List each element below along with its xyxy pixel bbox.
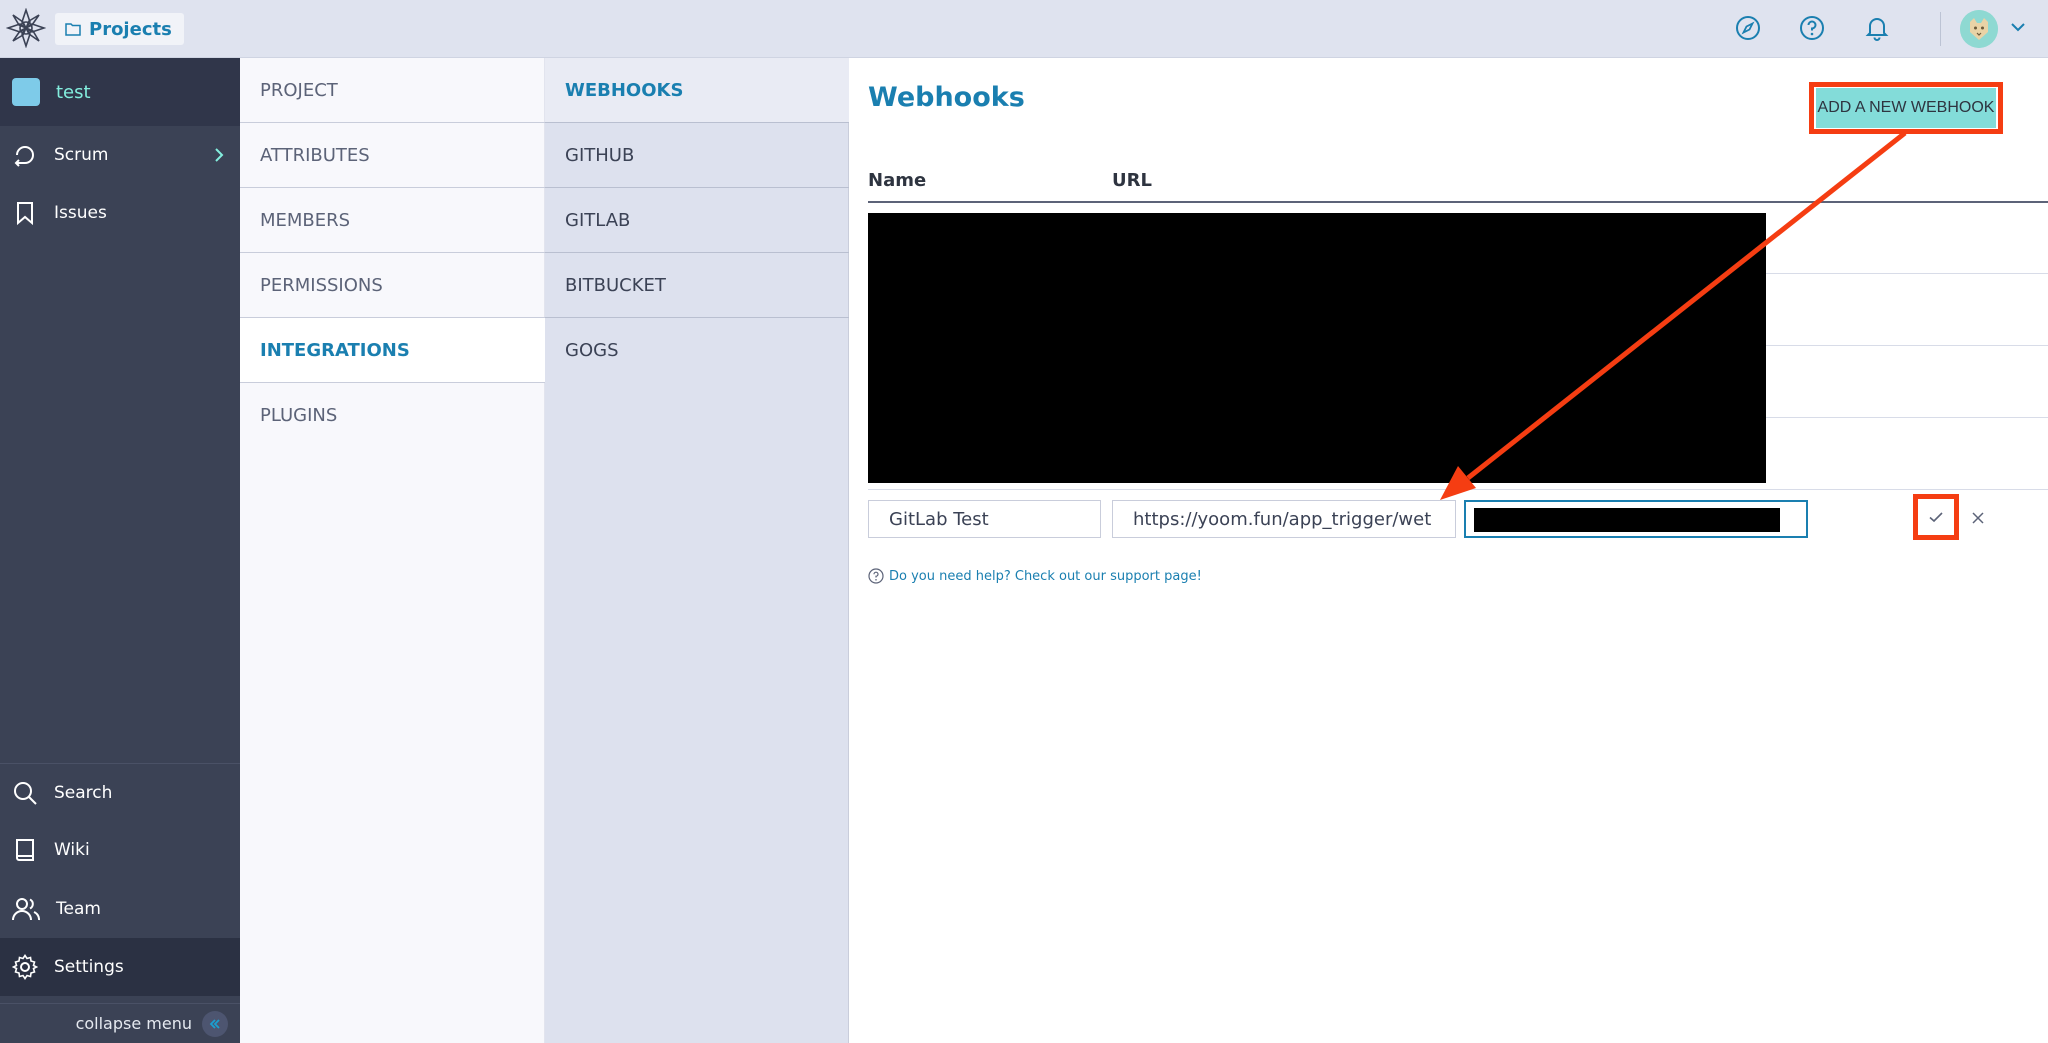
redacted-key-value [1474,508,1780,532]
integration-item-webhooks[interactable]: WEBHOOKS [545,58,849,123]
integration-item-gitlab[interactable]: GITLAB [545,188,849,253]
page-title: Webhooks [868,82,1025,113]
project-thumbnail [12,78,40,106]
main-content: Webhooks ADD A NEW WEBHOOK Name URL Do y… [850,58,2048,1043]
settings-item-integrations[interactable]: INTEGRATIONS [240,318,545,383]
top-bar: Projects [0,0,2048,58]
projects-button[interactable]: Projects [55,13,184,45]
settings-item-plugins[interactable]: PLUGINS [240,383,545,448]
scrum-icon [14,146,34,167]
check-icon [1929,512,1943,523]
gear-icon [12,954,38,980]
settings-item-members[interactable]: MEMBERS [240,188,545,253]
header-divider [868,201,2048,203]
collapse-menu-button[interactable]: collapse menu [0,1003,240,1043]
nav-item-settings[interactable]: Settings [0,938,240,996]
settings-menu: PROJECT ATTRIBUTES MEMBERS PERMISSIONS I… [240,58,545,1043]
webhook-url-input[interactable] [1112,500,1456,538]
double-chevron-left-icon [202,1010,228,1037]
help-text: Do you need help? Check out our support … [889,568,1202,584]
nav-item-wiki[interactable]: Wiki [0,821,240,879]
compass-icon[interactable] [1733,13,1763,43]
integration-item-github[interactable]: GITHUB [545,123,849,188]
column-header-name: Name [868,170,927,191]
confirm-webhook-button[interactable] [1913,494,1959,540]
integration-item-gogs[interactable]: GOGS [545,318,849,383]
settings-item-project[interactable]: PROJECT [240,58,545,123]
bell-icon[interactable] [1862,13,1892,43]
close-icon [1972,512,1984,524]
user-avatar[interactable] [1960,10,1998,48]
cancel-webhook-button[interactable] [1966,506,1990,530]
folder-icon [65,23,81,36]
integration-item-bitbucket[interactable]: BITBUCKET [545,253,849,318]
chevron-down-icon[interactable] [2007,16,2029,38]
nav-item-scrum[interactable]: Scrum [0,126,240,184]
redacted-webhook-list [868,213,1766,483]
current-project[interactable]: test [0,58,240,126]
help-link[interactable]: Do you need help? Check out our support … [868,568,1202,584]
help-icon[interactable] [1797,13,1827,43]
book-icon [16,839,34,861]
nav-item-issues[interactable]: Issues [0,184,240,242]
webhook-key-input[interactable] [1464,500,1808,538]
webhook-name-input[interactable] [868,500,1101,538]
left-navigation: test Scrum Issues Search Wiki Team Setti… [0,58,240,1043]
nav-label-search: Search [54,782,113,803]
settings-item-attributes[interactable]: ATTRIBUTES [240,123,545,188]
settings-item-permissions[interactable]: PERMISSIONS [240,253,545,318]
collapse-label: collapse menu [75,1014,192,1033]
add-webhook-button[interactable]: ADD A NEW WEBHOOK [1816,88,1996,128]
nav-label-settings: Settings [54,957,124,977]
row-divider [868,489,2048,490]
nav-label-scrum: Scrum [54,145,109,165]
nav-label-wiki: Wiki [54,840,90,860]
search-icon [14,781,37,805]
nav-label-issues: Issues [54,203,107,223]
project-name: test [56,81,91,103]
bookmark-icon [17,202,33,226]
nav-label-team: Team [56,899,101,919]
help-circle-icon [868,568,884,584]
integrations-menu: WEBHOOKS GITHUB GITLAB BITBUCKET GOGS [545,58,849,1043]
team-icon [12,898,40,921]
column-header-url: URL [1112,170,1152,191]
nav-item-search[interactable]: Search [0,763,240,821]
nav-item-team[interactable]: Team [0,880,240,938]
chevron-right-icon [215,148,224,162]
avatar-face-icon [1960,10,1998,48]
projects-label: Projects [89,18,172,40]
top-divider [1940,12,1941,46]
app-logo-icon[interactable] [6,8,46,48]
